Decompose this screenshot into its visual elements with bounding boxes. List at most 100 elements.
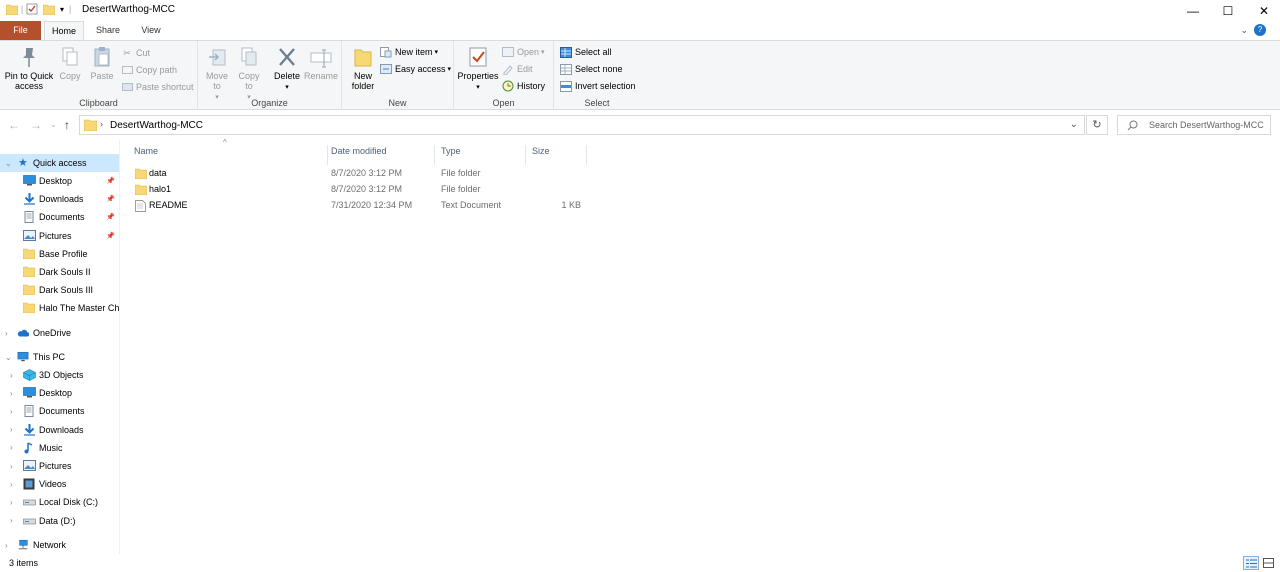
customize-toolbar-chevron-icon[interactable]: ▾ [55,5,69,14]
sidebar-item-quick-dark-souls-iii[interactable]: Dark Souls III [0,281,119,299]
pictures-icon [23,229,36,241]
tab-home[interactable]: Home [44,21,84,40]
rename-button[interactable]: Rename [304,46,338,81]
easy-access-button[interactable]: Easy access ▾ [380,63,451,75]
properties-icon[interactable] [26,3,38,15]
pin-icon[interactable]: 📌 [106,213,115,221]
edit-button[interactable]: Edit [502,63,533,75]
folder-icon [22,266,36,278]
refresh-icon[interactable]: ↻ [1086,115,1108,135]
expand-chevron-icon[interactable]: › [10,480,13,489]
select-none-icon [560,63,572,75]
pin-to-quick-access-button[interactable]: Pin to Quick access [3,46,55,91]
new-folder-icon[interactable] [43,4,55,15]
recent-locations-chevron-icon[interactable]: ⌄ [50,120,57,129]
pin-icon[interactable]: 📌 [106,232,115,240]
copy-path-button[interactable]: Copy path [121,64,177,76]
address-bar[interactable]: › DesertWarthog-MCC ⌄ [79,115,1085,135]
pin-icon[interactable]: 📌 [106,195,115,203]
documents-icon [23,211,35,224]
sidebar-item-quick-pictures[interactable]: Pictures 📌 [0,227,119,245]
copy-to-button[interactable]: Copy to ▾ [235,46,263,103]
invert-selection-button[interactable]: Invert selection [560,80,636,92]
breadcrumb-current-folder[interactable]: DesertWarthog-MCC [110,120,203,131]
expand-chevron-icon[interactable]: › [10,462,13,471]
expand-chevron-icon[interactable]: › [10,425,13,434]
sidebar-item-quick-desktop[interactable]: Desktop 📌 [0,172,119,190]
expand-chevron-icon[interactable]: › [10,389,13,398]
select-none-button[interactable]: Select none [560,63,623,75]
file-row[interactable]: halo1 8/7/2020 3:12 PM File folder [131,182,591,198]
sidebar-item-pc-data-d[interactable]: › Data (D:) [0,512,119,530]
expand-chevron-icon[interactable]: › [10,498,13,507]
sidebar-item-quick-base-profile[interactable]: Base Profile [0,245,119,263]
tab-share[interactable]: Share [88,21,128,40]
sidebar-item-pc-music[interactable]: › Music [0,439,119,457]
sidebar-item-pc-3d-objects[interactable]: › 3D Objects [0,366,119,384]
back-arrow-icon[interactable]: ← [8,118,20,132]
expand-chevron-icon[interactable]: › [10,516,13,525]
sidebar-item-quick-downloads[interactable]: Downloads 📌 [0,190,119,208]
expand-ribbon-chevron-icon[interactable]: ⌄ [1240,25,1248,36]
collapse-chevron-icon[interactable]: ⌄ [5,353,12,362]
sidebar-item-onedrive[interactable]: › OneDrive [0,324,119,342]
large-icons-view-button[interactable] [1261,556,1277,570]
sidebar-item-quick-documents[interactable]: Documents 📌 [0,208,119,226]
paste-button[interactable]: Paste [88,46,116,81]
up-arrow-icon[interactable]: ↑ [64,118,70,132]
expand-chevron-icon[interactable]: › [10,407,13,416]
address-dropdown-chevron-icon[interactable]: ⌄ [1070,119,1078,130]
expand-chevron-icon[interactable]: › [5,541,8,550]
forward-arrow-icon[interactable]: → [30,118,42,132]
folder-icon[interactable] [6,4,18,15]
select-group: Select all Select none Invert selection … [554,41,640,110]
new-group: New folder New item ▾ Easy access ▾ New [342,41,454,110]
search-input[interactable]: Search DesertWarthog-MCC [1117,115,1271,135]
select-all-button[interactable]: Select all [560,46,612,58]
column-header-size[interactable]: Size [526,145,587,165]
tab-file[interactable]: File [0,21,41,40]
expand-chevron-icon[interactable]: › [10,371,13,380]
sidebar-item-pc-downloads[interactable]: › Downloads [0,421,119,439]
sidebar-item-quick-halo-the-master-ch[interactable]: Halo The Master Ch [0,299,119,317]
tab-view[interactable]: View [131,21,171,40]
new-folder-button[interactable]: New folder [346,46,380,91]
sidebar-item-this-pc[interactable]: ⌄ This PC [0,348,119,366]
open-button[interactable]: Open ▾ [502,46,545,58]
pin-icon[interactable]: 📌 [106,177,115,185]
column-header-type[interactable]: Type [435,145,526,165]
copy-button[interactable]: Copy [57,46,83,81]
collapse-chevron-icon[interactable]: ⌄ [5,159,12,168]
breadcrumb-chevron-icon[interactable]: › [100,119,103,129]
file-type: File folder [441,184,481,194]
paste-shortcut-button[interactable]: Paste shortcut [121,81,194,93]
column-header-date-modified[interactable]: Date modified [325,145,435,165]
sidebar-item-quick-dark-souls-ii[interactable]: Dark Souls II [0,263,119,281]
new-group-label: New [388,98,407,108]
properties-button[interactable]: Properties ▾ [457,46,499,93]
delete-button[interactable]: Delete ▾ [272,46,302,93]
file-row[interactable]: data 8/7/2020 3:12 PM File folder [131,166,591,182]
sidebar-item-pc-videos[interactable]: › Videos [0,475,119,493]
sidebar-item-quick-access[interactable]: ⌄ ★ Quick access [0,154,119,172]
window-title: DesertWarthog-MCC [82,4,175,15]
history-button[interactable]: History [502,80,545,92]
expand-chevron-icon[interactable]: › [5,329,8,338]
details-view-button[interactable] [1243,556,1259,570]
file-row[interactable]: README 7/31/2020 12:34 PM Text Document 1 K… [131,198,591,214]
column-header-name[interactable]: Name [128,145,328,165]
cut-button[interactable]: ✂ Cut [121,47,150,59]
new-item-button[interactable]: New item ▾ [380,46,438,58]
sidebar-item-pc-pictures[interactable]: › Pictures [0,457,119,475]
sidebar-item-pc-local-disk-c[interactable]: › Local Disk (C:) [0,493,119,511]
sidebar-item-pc-documents[interactable]: › Documents [0,402,119,420]
item-count: 3 items [9,558,39,568]
expand-chevron-icon[interactable]: › [10,443,13,452]
sidebar-item-pc-desktop[interactable]: › Desktop [0,384,119,402]
move-to-button[interactable]: Move to ▾ [203,46,231,103]
file-list[interactable]: ^ Name Date modified Type Size data 8/7/2… [121,138,1280,554]
sidebar-item-network[interactable]: › Network [0,536,119,554]
navigation-pane[interactable]: ⌄ ★ Quick access Desktop 📌 Downloads 📌 Docum… [0,140,120,554]
close-button[interactable]: ✕ [1241,0,1280,21]
help-icon[interactable]: ? [1254,24,1266,36]
